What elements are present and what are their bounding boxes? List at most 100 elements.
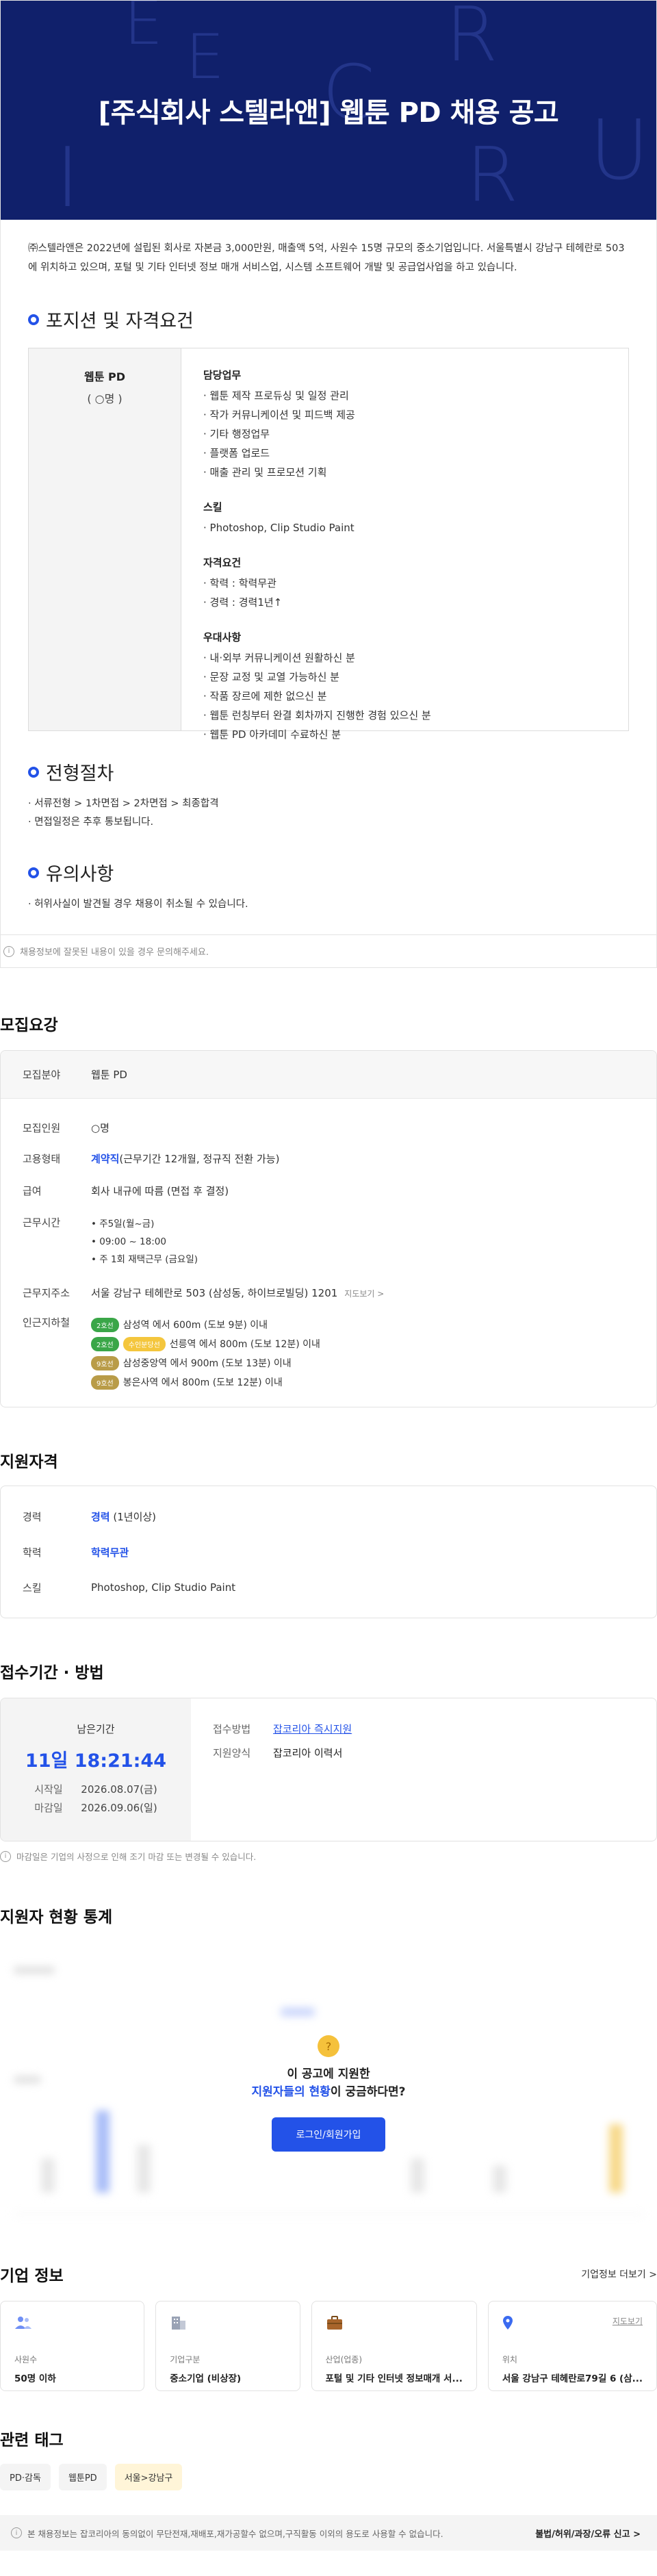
hero-bg-letter: I xyxy=(55,131,80,220)
position-table: 웹툰 PD ( ○명 ) 담당업무 · 웹툰 제작 프로듀싱 및 일정 관리 ·… xyxy=(28,348,629,741)
tag-chip[interactable]: PD·감독 xyxy=(0,2464,51,2490)
line-badge: 2호선 xyxy=(91,1317,119,1332)
company-more-link[interactable]: 기업정보 더보기 > xyxy=(581,2267,657,2281)
map-link[interactable]: 지도보기 > xyxy=(344,1289,384,1299)
preference-item: · 작품 장르에 제한 없으신 분 xyxy=(203,690,327,702)
qualification-section: 지원자격 경력 경력 (1년이상) 학력 학력무관 스킬 Photoshop, … xyxy=(0,1449,657,1618)
recruit-field-row: 모집분야 웹툰 PD xyxy=(1,1051,656,1099)
employment-type-value: 계약직 xyxy=(91,1152,120,1165)
salary-row: 급여 회사 내규에 따름 (면접 후 결정) xyxy=(23,1184,229,1197)
employment-type-row: 고용형태 계약직(근무기간 12개월, 정규직 전환 가능) xyxy=(23,1152,280,1165)
subway-item: 9호선 봉은사역 에서 800m (도보 12분) 이내 xyxy=(91,1373,656,1392)
line-badge: 수인분당선 xyxy=(123,1336,166,1351)
skill-row: 스킬 Photoshop, Clip Studio Paint xyxy=(23,1581,236,1594)
process-heading: 전형절차 xyxy=(1,758,656,785)
work-time-row: 근무시간 • 주5일(월~금) • 09:00 ~ 18:00 • 주 1회 재… xyxy=(23,1216,198,1265)
preference-item: · 문장 교정 및 교열 가능하신 분 xyxy=(203,671,339,683)
line-badge: 9호선 xyxy=(91,1375,119,1390)
address-row: 근무지주소 서울 강남구 테헤란로 503 (삼성동, 하이브로빌딩) 1201… xyxy=(23,1286,385,1299)
start-date: 시작일 2026.08.07(금) xyxy=(34,1783,157,1796)
skill-item: · Photoshop, Clip Studio Paint xyxy=(203,522,355,534)
company-title: 기업 정보 xyxy=(0,2267,64,2285)
recruit-count-row: 모집인원 ○명 xyxy=(23,1121,110,1134)
apply-form-row: 지원양식 잡코리아 이력서 xyxy=(213,1747,343,1759)
stats-title: 지원자 현황 통계 xyxy=(0,1909,113,1926)
subway-item: 9호선 삼성중앙역 에서 900m (도보 13분) 이내 xyxy=(91,1353,656,1373)
hero-bg-letter: R xyxy=(446,1,498,78)
process-list: · 서류전형 > 1차면접 > 2차면접 > 최종합격 · 면접일정은 추후 통… xyxy=(28,798,219,828)
position-title: 웹툰 PD xyxy=(83,370,126,383)
info-icon: i xyxy=(3,945,14,957)
tags-section: 관련 태그 PD·감독 웹툰PD 서울>강남구 xyxy=(0,2427,657,2490)
hero-bg-letter: U xyxy=(589,103,649,199)
circle-bullet-icon xyxy=(28,867,39,878)
location-pin-icon xyxy=(502,2316,513,2330)
recruit-box: 모집분야 웹툰 PD 모집인원 ○명 고용형태 계약직(근무기간 12개월, 정… xyxy=(0,1050,657,1407)
requirement-item: · 학력 : 학력무관 xyxy=(203,577,276,589)
info-icon: i xyxy=(0,1850,11,1862)
recruit-section: 모집요강 모집분야 웹툰 PD 모집인원 ○명 고용형태 계약직(근무기간 12… xyxy=(0,1012,657,1407)
skill-group: 스킬 · Photoshop, Clip Studio Paint xyxy=(203,500,431,537)
circle-bullet-icon xyxy=(28,766,39,778)
company-intro: ㈜스텔라앤은 2022년에 설립된 회사로 자본금 3,000만원, 매출액 5… xyxy=(28,243,625,273)
requirement-item: · 경력 : 경력1년↑ xyxy=(203,596,283,609)
caution-list: · 허위사실이 발견될 경우 채용이 취소될 수 있습니다. xyxy=(28,899,248,910)
subway-item: 2호선 삼성역 에서 600m (도보 9분) 이내 xyxy=(91,1315,656,1334)
preference-item: · 웹툰 런칭부터 완결 회차까지 진행한 경험 있으신 분 xyxy=(203,709,431,722)
duty-item: · 매출 관리 및 프로모션 기획 xyxy=(203,466,327,479)
preference-item: · 내·외부 커뮤니케이션 원활하신 분 xyxy=(203,652,355,664)
hero-title: [주식회사 스텔라앤] 웹툰 PD 채용 공고 xyxy=(98,97,559,129)
company-card-industry: 산업(업종) 포털 및 기타 인터넷 정보매개 서... xyxy=(311,2301,477,2391)
line-badge: 2호선 xyxy=(91,1336,119,1351)
report-notice[interactable]: i 채용정보에 잘못된 내용이 있을 경우 문의해주세요. xyxy=(1,934,656,967)
apply-method-panel: 접수방법 잡코리아 즉시지원 지원양식 잡코리아 이력서 xyxy=(191,1698,352,1841)
end-date: 마감일 2026.09.06(일) xyxy=(34,1802,157,1814)
duty-group: 담당업무 · 웹툰 제작 프로듀싱 및 일정 관리 · 작가 커뮤니케이션 및 … xyxy=(203,368,431,482)
caution-heading: 유의사항 xyxy=(1,859,656,886)
apply-section: 접수기간 · 방법 남은기간 11일 18:21:44 시작일 2026.08.… xyxy=(0,1659,657,1863)
company-card-type: 기업구분 중소기업 (비상장) xyxy=(155,2301,300,2391)
stats-login-prompt: ? 이 공고에 지원한 지원자들의 현황이 궁금하다면? 로그인/회원가입 xyxy=(0,2035,657,2152)
stats-panel: ? 이 공고에 지원한 지원자들의 현황이 궁금하다면? 로그인/회원가입 xyxy=(0,1953,657,2245)
apply-title: 접수기간 · 방법 xyxy=(0,1664,104,1682)
deadline-notice: i 마감일은 기업의 사정으로 인해 조기 마감 또는 변경될 수 있습니다. xyxy=(0,1850,657,1863)
career-row: 경력 경력 (1년이상) xyxy=(23,1510,157,1523)
tags-title: 관련 태그 xyxy=(0,2432,64,2449)
report-link[interactable]: 불법/허위/과장/오류 신고 > xyxy=(535,2527,641,2540)
job-detail-card: E E R C U I R [주식회사 스텔라앤] 웹툰 PD 채용 공고 ㈜스… xyxy=(0,0,657,968)
hero-bg-letter: E xyxy=(185,21,224,93)
subway-item: 2호선 수인분당선 선릉역 에서 800m (도보 12분) 이내 xyxy=(91,1334,656,1353)
hero-bg-letter: R xyxy=(466,131,519,218)
preference-group: 우대사항 · 내·외부 커뮤니케이션 원활하신 분 · 문장 교정 및 교열 가… xyxy=(203,630,431,744)
instant-apply-link[interactable]: 잡코리아 즉시지원 xyxy=(273,1722,352,1736)
position-heading: 포지션 및 자격요건 xyxy=(1,306,656,333)
tag-chip[interactable]: 웹툰PD xyxy=(58,2464,107,2490)
qualification-title: 지원자격 xyxy=(0,1453,58,1471)
qualification-box: 경력 경력 (1년이상) 학력 학력무관 스킬 Photoshop, Clip … xyxy=(0,1485,657,1618)
duty-item: · 플랫폼 업로드 xyxy=(203,447,270,459)
apply-box: 남은기간 11일 18:21:44 시작일 2026.08.07(금) 마감일 … xyxy=(0,1698,657,1841)
company-map-link[interactable]: 지도보기 xyxy=(613,2315,643,2327)
education-row: 학력 학력무관 xyxy=(23,1546,129,1559)
company-card-employees: 사원수 50명 이하 xyxy=(0,2301,145,2391)
hero-bg-letter: E xyxy=(124,1,163,59)
copyright-text: 본 채용정보는 잡코리아의 동의없이 무단전재,재배포,재가공할수 없으며,구직… xyxy=(27,2528,443,2539)
recruit-title: 모집요강 xyxy=(0,1017,58,1034)
login-signup-button[interactable]: 로그인/회원가입 xyxy=(271,2117,386,2152)
subway-row: 인근지하철 2호선 삼성역 에서 600m (도보 9분) 이내 2호선 수인분… xyxy=(23,1312,656,1392)
people-icon xyxy=(15,2317,31,2329)
building-icon xyxy=(172,2317,186,2330)
briefcase-icon xyxy=(326,2316,342,2330)
countdown-timer: 11일 18:21:44 xyxy=(25,1750,167,1772)
tag-chip[interactable]: 서울>강남구 xyxy=(114,2464,183,2490)
duty-item: · 기타 행정업무 xyxy=(203,428,270,440)
line-badge: 9호선 xyxy=(91,1355,119,1370)
info-icon: i xyxy=(11,2527,22,2538)
company-section: 기업 정보 기업정보 더보기 > 사원수 50명 이하 기업구분 중소기업 (비… xyxy=(0,2262,657,2391)
circle-bullet-icon xyxy=(28,314,39,325)
company-card-location: 지도보기 위치 서울 강남구 테헤란로79길 6 (삼... xyxy=(487,2301,657,2391)
position-details-cell: 담당업무 · 웹툰 제작 프로듀싱 및 일정 관리 · 작가 커뮤니케이션 및 … xyxy=(181,348,431,741)
preference-item: · 웹툰 PD 아카데미 수료하신 분 xyxy=(203,728,342,741)
duty-item: · 작가 커뮤니케이션 및 피드백 제공 xyxy=(203,409,355,421)
hero-banner: E E R C U I R [주식회사 스텔라앤] 웹툰 PD 채용 공고 xyxy=(1,1,656,220)
